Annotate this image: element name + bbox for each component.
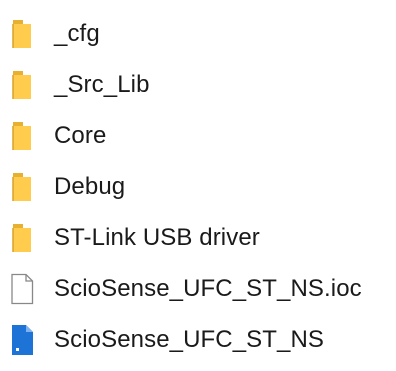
list-item-cfg[interactable]: _cfg bbox=[0, 8, 396, 59]
item-name: ScioSense_UFC_ST_NS bbox=[54, 325, 325, 353]
list-item-ioc-file[interactable]: ScioSense_UFC_ST_NS.ioc bbox=[0, 263, 396, 314]
item-name: _Src_Lib bbox=[54, 70, 150, 98]
folder-icon bbox=[8, 68, 36, 102]
folder-icon bbox=[8, 119, 36, 153]
item-name: ST-Link USB driver bbox=[54, 223, 260, 251]
list-item-app-file[interactable]: ScioSense_UFC_ST_NS bbox=[0, 314, 396, 365]
item-name: ScioSense_UFC_ST_NS.ioc bbox=[54, 274, 362, 302]
file-list: _cfg _Src_Lib Core Debug ST-Link USB dri… bbox=[0, 8, 396, 365]
folder-icon bbox=[8, 221, 36, 255]
folder-icon bbox=[8, 170, 36, 204]
item-name: Core bbox=[54, 121, 107, 149]
list-item-core[interactable]: Core bbox=[0, 110, 396, 161]
folder-icon bbox=[8, 17, 36, 51]
list-item-src-lib[interactable]: _Src_Lib bbox=[0, 59, 396, 110]
item-name: _cfg bbox=[54, 19, 100, 47]
blank-file-icon bbox=[8, 272, 36, 306]
item-name: Debug bbox=[54, 172, 126, 200]
list-item-debug[interactable]: Debug bbox=[0, 161, 396, 212]
list-item-st-link-usb-driver[interactable]: ST-Link USB driver bbox=[0, 212, 396, 263]
app-file-icon bbox=[8, 323, 36, 357]
